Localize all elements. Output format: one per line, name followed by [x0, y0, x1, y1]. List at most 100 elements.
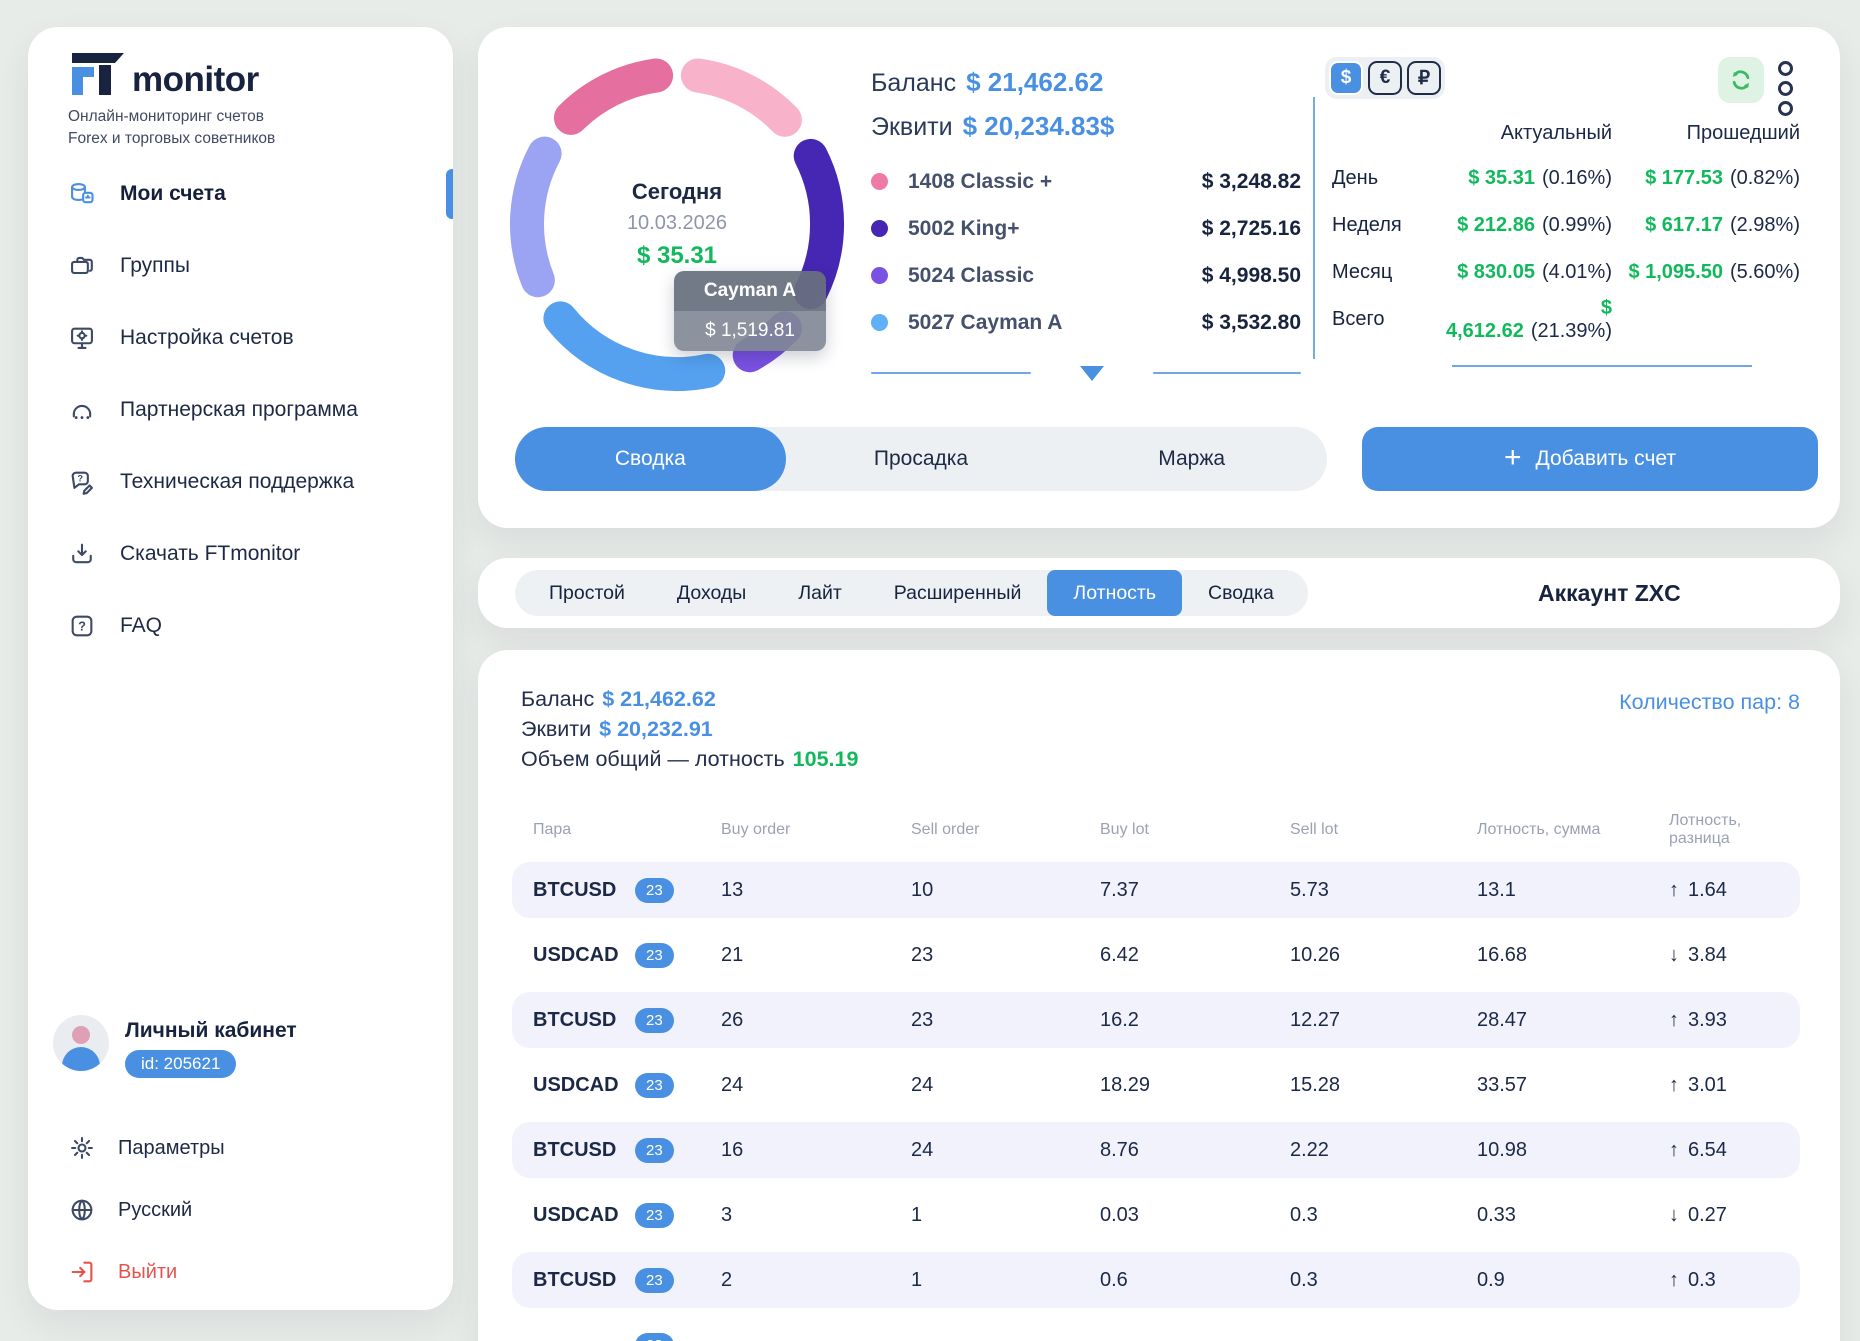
buy-order-cell: 13 [721, 879, 911, 902]
pair-count-badge: 23 [635, 943, 674, 968]
globe-icon [68, 1196, 96, 1224]
pair-cell: BTCUSD 23 [533, 878, 721, 903]
view-tab-лотность[interactable]: Лотность [1047, 570, 1182, 616]
sidebar-footer-logout[interactable]: Выйти [68, 1241, 225, 1303]
expand-arrow-icon[interactable] [1080, 366, 1104, 381]
account-legend-row[interactable]: 5024 Classic $ 4,998.50 [871, 252, 1301, 299]
account-balance: $ 3,532.80 [1202, 311, 1301, 335]
table-header-row: ПараBuy orderSell orderBuy lotSell lotЛо… [512, 812, 1800, 838]
sell-order-cell: 1 [911, 1204, 1100, 1227]
account-color-dot [871, 220, 888, 237]
download-icon [68, 540, 96, 568]
stats-past-value: $ 1,095.50(5.60%) [1612, 261, 1800, 284]
view-tab-лайт[interactable]: Лайт [772, 570, 867, 616]
balance-value: $ 21,462.62 [966, 67, 1103, 97]
buy-lot-cell: 6.42 [1100, 944, 1290, 967]
buy-order-cell: 26 [721, 1009, 911, 1032]
sidebar-menu: Мои счетаГруппы Настройка счетов Партнерск… [68, 158, 453, 662]
sidebar-item-account-settings[interactable]: Настройка счетов [68, 302, 453, 374]
table-row[interactable]: USDCAD 23 24 24 18.29 15.28 33.57 ↑3.01 [512, 1057, 1800, 1113]
table-row[interactable]: BTCUSD 23 13 10 7.37 5.73 13.1 ↑1.64 [512, 862, 1800, 918]
sell-order-cell: 1 [911, 1269, 1100, 1292]
donut-center-date: 10.03.2026 [627, 212, 727, 235]
sidebar-item-partner[interactable]: Партнерская программа [68, 374, 453, 446]
account-legend-row[interactable]: 5027 Cayman A $ 3,532.80 [871, 299, 1301, 346]
sell-lot-cell: 0.3 [1290, 1269, 1477, 1292]
stats-actual-value: $ 212.86(0.99%) [1432, 214, 1612, 237]
lot-sum-cell: 16.68 [1477, 944, 1669, 967]
sidebar-footer-globe[interactable]: Русский [68, 1179, 225, 1241]
pair-name: BTCUSD [533, 1139, 619, 1162]
sidebar-item-accounts[interactable]: Мои счета [68, 158, 453, 230]
sidebar-item-groups[interactable]: Группы [68, 230, 453, 302]
table-row[interactable]: USDCAD 23 21 23 6.42 10.26 16.68 ↓3.84 [512, 927, 1800, 983]
pair-cell: BTCUSD 23 [533, 1138, 721, 1163]
footer-item-label: Выйти [118, 1261, 177, 1284]
view-tab-простой[interactable]: Простой [523, 570, 651, 616]
user-id-badge: id: 205621 [125, 1050, 236, 1078]
table-row[interactable]: BTCUSD 23 26 23 16.2 12.27 28.47 ↑3.93 [512, 992, 1800, 1048]
table-row[interactable]: USDCAD 23 3 1 0.03 0.3 0.33 ↓0.27 [512, 1187, 1800, 1243]
more-options-button[interactable] [1778, 61, 1793, 116]
buy-lot-cell: 7.37 [1100, 879, 1290, 902]
currency-eur-button[interactable]: € [1368, 61, 1402, 95]
lot-diff-cell: ↓0.27 [1669, 1204, 1800, 1227]
view-tab-расширенный[interactable]: Расширенный [868, 570, 1048, 616]
legend-expander[interactable] [871, 365, 1301, 381]
pair-count-badge: 23 [635, 878, 674, 903]
sell-order-cell: 24 [911, 1139, 1100, 1162]
sidebar-item-support[interactable]: ? Техническая поддержка [68, 446, 453, 518]
account-legend-row[interactable]: 1408 Classic + $ 3,248.82 [871, 158, 1301, 205]
support-icon: ? [68, 468, 96, 496]
table-row[interactable]: BTCUSD 23 16 24 8.76 2.22 10.98 ↑6.54 [512, 1122, 1800, 1178]
stats-actual-value: $ 35.31(0.16%) [1432, 167, 1612, 190]
column-header: Лотность, сумма [1477, 821, 1669, 839]
pair-name: USDCAD [533, 944, 619, 967]
sell-lot-cell: 12.27 [1290, 1009, 1477, 1032]
account-color-dot [871, 314, 888, 331]
lot-diff-cell: ↓3.84 [1669, 944, 1800, 967]
currency-usd-button[interactable]: $ [1329, 61, 1363, 95]
sell-lot-cell: 5.73 [1290, 879, 1477, 902]
account-name: 5002 King+ [908, 217, 1019, 241]
stats-past-value: $ 177.53(0.82%) [1612, 167, 1800, 190]
sidebar-item-label: Техническая поддержка [120, 470, 354, 494]
tooltip-account-value: $ 1,519.81 [674, 311, 826, 351]
lot-sum-cell: 0.9 [1477, 1269, 1669, 1292]
add-account-button[interactable]: + Добавить счет [1362, 427, 1818, 491]
view-tab-доходы[interactable]: Доходы [651, 570, 772, 616]
stats-col-past: Прошедший [1612, 122, 1800, 145]
arrow-up-icon: ↑ [1669, 1139, 1679, 1162]
column-header: Sell lot [1290, 821, 1477, 839]
currency-rub-button[interactable]: ₽ [1407, 61, 1441, 95]
tagline-line2: Forex и торговых советников [68, 128, 453, 150]
account-legend-row[interactable]: 5002 King+ $ 2,725.16 [871, 205, 1301, 252]
table-row[interactable]: 23 [512, 1317, 1800, 1341]
tab-просадка[interactable]: Просадка [786, 427, 1057, 491]
svg-text:?: ? [78, 618, 86, 633]
sidebar-item-download[interactable]: Скачать FTmonitor [68, 518, 453, 590]
chart-tooltip: Cayman A $ 1,519.81 [674, 271, 826, 351]
stats-period-label: Всего [1332, 308, 1432, 331]
table-volume-line: Объем общий — лотность105.19 [521, 744, 858, 774]
tab-маржа[interactable]: Маржа [1056, 427, 1327, 491]
sidebar-item-label: FAQ [120, 614, 162, 638]
user-block[interactable]: Личный кабинет id: 205621 [53, 1015, 297, 1078]
table-balance-value: $ 21,462.62 [602, 687, 716, 711]
sidebar-item-faq[interactable]: ? FAQ [68, 590, 453, 662]
table-row[interactable]: BTCUSD 23 2 1 0.6 0.3 0.9 ↑0.3 [512, 1252, 1800, 1308]
pair-count-badge: 23 [635, 1268, 674, 1293]
account-color-dot [871, 267, 888, 284]
summary-card: Сегодня 10.03.2026 $ 35.31 Cayman A $ 1,… [478, 27, 1840, 528]
tab-сводка[interactable]: Сводка [515, 427, 786, 491]
pair-name: USDCAD [533, 1074, 619, 1097]
sidebar-item-label: Настройка счетов [120, 326, 294, 350]
sidebar-footer-gear[interactable]: Параметры [68, 1117, 225, 1179]
lot-sum-cell: 0.33 [1477, 1204, 1669, 1227]
lot-diff-cell: ↑3.93 [1669, 1009, 1800, 1032]
buy-order-cell: 21 [721, 944, 911, 967]
refresh-button[interactable] [1718, 57, 1764, 103]
faq-icon: ? [68, 612, 96, 640]
view-tab-сводка[interactable]: Сводка [1182, 570, 1300, 616]
kebab-dot [1778, 81, 1793, 96]
